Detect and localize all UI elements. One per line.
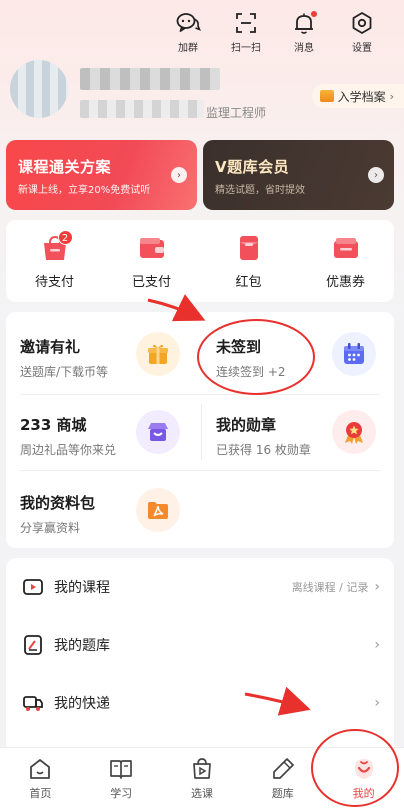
enroll-archive-button[interactable]: 入学档案 › bbox=[311, 84, 404, 108]
invite-subtitle: 送题库/下载币等 bbox=[20, 365, 109, 379]
delivery-truck-icon bbox=[23, 696, 43, 711]
grid-divider bbox=[20, 470, 380, 471]
chevron-right-icon: › bbox=[374, 695, 380, 711]
enroll-archive-label: 入学档案 bbox=[337, 89, 386, 104]
chevron-right-icon: › bbox=[374, 637, 380, 653]
my-delivery-row[interactable]: 我的快递 › bbox=[6, 674, 394, 732]
red-packet-icon bbox=[239, 236, 258, 260]
grid-divider bbox=[20, 394, 380, 395]
offline-courses-link[interactable]: 离线课程 / 记录 bbox=[292, 579, 369, 595]
username-redacted bbox=[80, 68, 220, 90]
gift-icon bbox=[136, 332, 180, 376]
folder-icon bbox=[136, 488, 180, 532]
my-courses-row[interactable]: 我的课程 离线课程 / 记录 › bbox=[6, 558, 394, 616]
top-action-bar: 加群 扫一扫 消息 设置 bbox=[166, 10, 384, 54]
profile-smile-icon bbox=[354, 759, 373, 779]
chevron-right-icon: › bbox=[171, 167, 187, 183]
check-in-subtitle: 连续签到 +2 bbox=[216, 365, 286, 379]
messages-button[interactable]: 消息 bbox=[282, 10, 326, 54]
my-delivery-label: 我的快递 bbox=[54, 696, 110, 712]
pencil-icon bbox=[272, 758, 294, 779]
shop-title: 233 商城 bbox=[20, 416, 87, 434]
medal-icon bbox=[332, 410, 376, 454]
my-question-bank-row[interactable]: 我的题库 › bbox=[6, 616, 394, 674]
nav-home-label: 首页 bbox=[29, 787, 52, 800]
nav-course-select-label: 选课 bbox=[190, 787, 213, 800]
menu-list: 我的课程 离线课程 / 记录 › 我的题库 › 我的快递 › bbox=[6, 558, 394, 748]
resource-pack-tile[interactable]: 我的资料包 分享赢资料 bbox=[6, 474, 196, 544]
check-in-tile[interactable]: 未签到 连续签到 +2 bbox=[202, 318, 392, 388]
resource-pack-title: 我的资料包 bbox=[20, 494, 96, 512]
nav-mine[interactable]: 我的 bbox=[323, 748, 404, 809]
nav-question-bank-label: 题库 bbox=[271, 787, 294, 800]
unread-dot bbox=[311, 11, 317, 17]
wechat-group-icon bbox=[176, 13, 201, 32]
book-icon bbox=[110, 760, 133, 779]
medals-subtitle: 已获得 16 枚勋章 bbox=[216, 443, 311, 457]
invite-gift-tile[interactable]: 邀请有礼 送题库/下载币等 bbox=[6, 318, 196, 388]
pending-payment-label: 待支付 bbox=[34, 275, 74, 290]
resource-pack-subtitle: 分享赢资料 bbox=[20, 521, 81, 535]
course-plan-subtitle: 新课上线，立享20%免费试听 bbox=[18, 185, 151, 196]
feature-grid-card: 邀请有礼 送题库/下载币等 未签到 连续签到 +2 233 商城 周边礼品等你来… bbox=[6, 312, 394, 548]
pending-count-badge: 2 bbox=[57, 230, 73, 245]
calendar-icon bbox=[332, 332, 376, 376]
scan-button[interactable]: 扫一扫 bbox=[224, 10, 268, 54]
join-group-label: 加群 bbox=[178, 43, 198, 54]
nav-study[interactable]: 学习 bbox=[81, 748, 162, 809]
paid-wallet-icon bbox=[139, 238, 164, 258]
settings-button[interactable]: 设置 bbox=[340, 10, 384, 54]
my-courses-label: 我的课程 bbox=[54, 580, 110, 596]
shop-subtitle: 周边礼品等你来兑 bbox=[20, 443, 117, 457]
nav-study-label: 学习 bbox=[110, 787, 133, 800]
red-packet-button[interactable]: 红包 bbox=[214, 234, 284, 290]
nav-question-bank[interactable]: 题库 bbox=[242, 748, 323, 809]
question-bank-icon bbox=[24, 635, 42, 655]
coupon-button[interactable]: 优惠券 bbox=[311, 234, 381, 290]
home-icon bbox=[30, 759, 51, 779]
my-question-bank-label: 我的题库 bbox=[54, 638, 110, 654]
join-group-button[interactable]: 加群 bbox=[166, 10, 210, 54]
medals-title: 我的勋章 bbox=[216, 416, 277, 434]
vip-question-bank-card[interactable]: V题库会员 精选试题，省时提效 › bbox=[203, 140, 394, 210]
chevron-right-icon: › bbox=[389, 89, 394, 103]
pending-payment-button[interactable]: 2 待支付 bbox=[20, 230, 90, 290]
check-in-title: 未签到 bbox=[216, 338, 262, 356]
settings-label: 设置 bbox=[352, 43, 372, 54]
order-status-card: 2 待支付 已支付 红包 优惠券 bbox=[6, 220, 394, 302]
chevron-right-icon: › bbox=[374, 579, 380, 595]
course-select-icon bbox=[193, 758, 211, 779]
course-plan-card[interactable]: 课程通关方案 新课上线，立享20%免费试听 › bbox=[6, 140, 197, 210]
archive-icon bbox=[319, 90, 334, 102]
coupon-icon bbox=[333, 238, 358, 258]
scan-label: 扫一扫 bbox=[231, 43, 261, 54]
exam-title: 监理工程师 bbox=[206, 106, 267, 120]
bottom-navigation: 首页 学习 选课 题库 我的 bbox=[0, 747, 404, 809]
messages-label: 消息 bbox=[294, 43, 314, 54]
nav-home[interactable]: 首页 bbox=[0, 748, 81, 809]
invite-title: 邀请有礼 bbox=[20, 338, 81, 356]
chevron-right-icon: › bbox=[368, 167, 384, 183]
course-play-icon bbox=[23, 579, 43, 595]
nav-mine-label: 我的 bbox=[352, 787, 375, 800]
coupon-label: 优惠券 bbox=[325, 275, 365, 290]
shop-icon bbox=[136, 410, 180, 454]
nav-course-select[interactable]: 选课 bbox=[162, 748, 243, 809]
scan-icon bbox=[236, 13, 256, 33]
paid-button[interactable]: 已支付 bbox=[117, 234, 187, 290]
user-info-redacted bbox=[80, 100, 204, 118]
vip-subtitle: 精选试题，省时提效 bbox=[215, 185, 305, 196]
shop-tile[interactable]: 233 商城 周边礼品等你来兑 bbox=[6, 396, 196, 466]
medals-tile[interactable]: 我的勋章 已获得 16 枚勋章 bbox=[202, 396, 392, 466]
red-packet-label: 红包 bbox=[235, 275, 262, 290]
gear-icon bbox=[352, 12, 372, 34]
paid-label: 已支付 bbox=[131, 275, 171, 290]
avatar[interactable] bbox=[10, 60, 68, 118]
